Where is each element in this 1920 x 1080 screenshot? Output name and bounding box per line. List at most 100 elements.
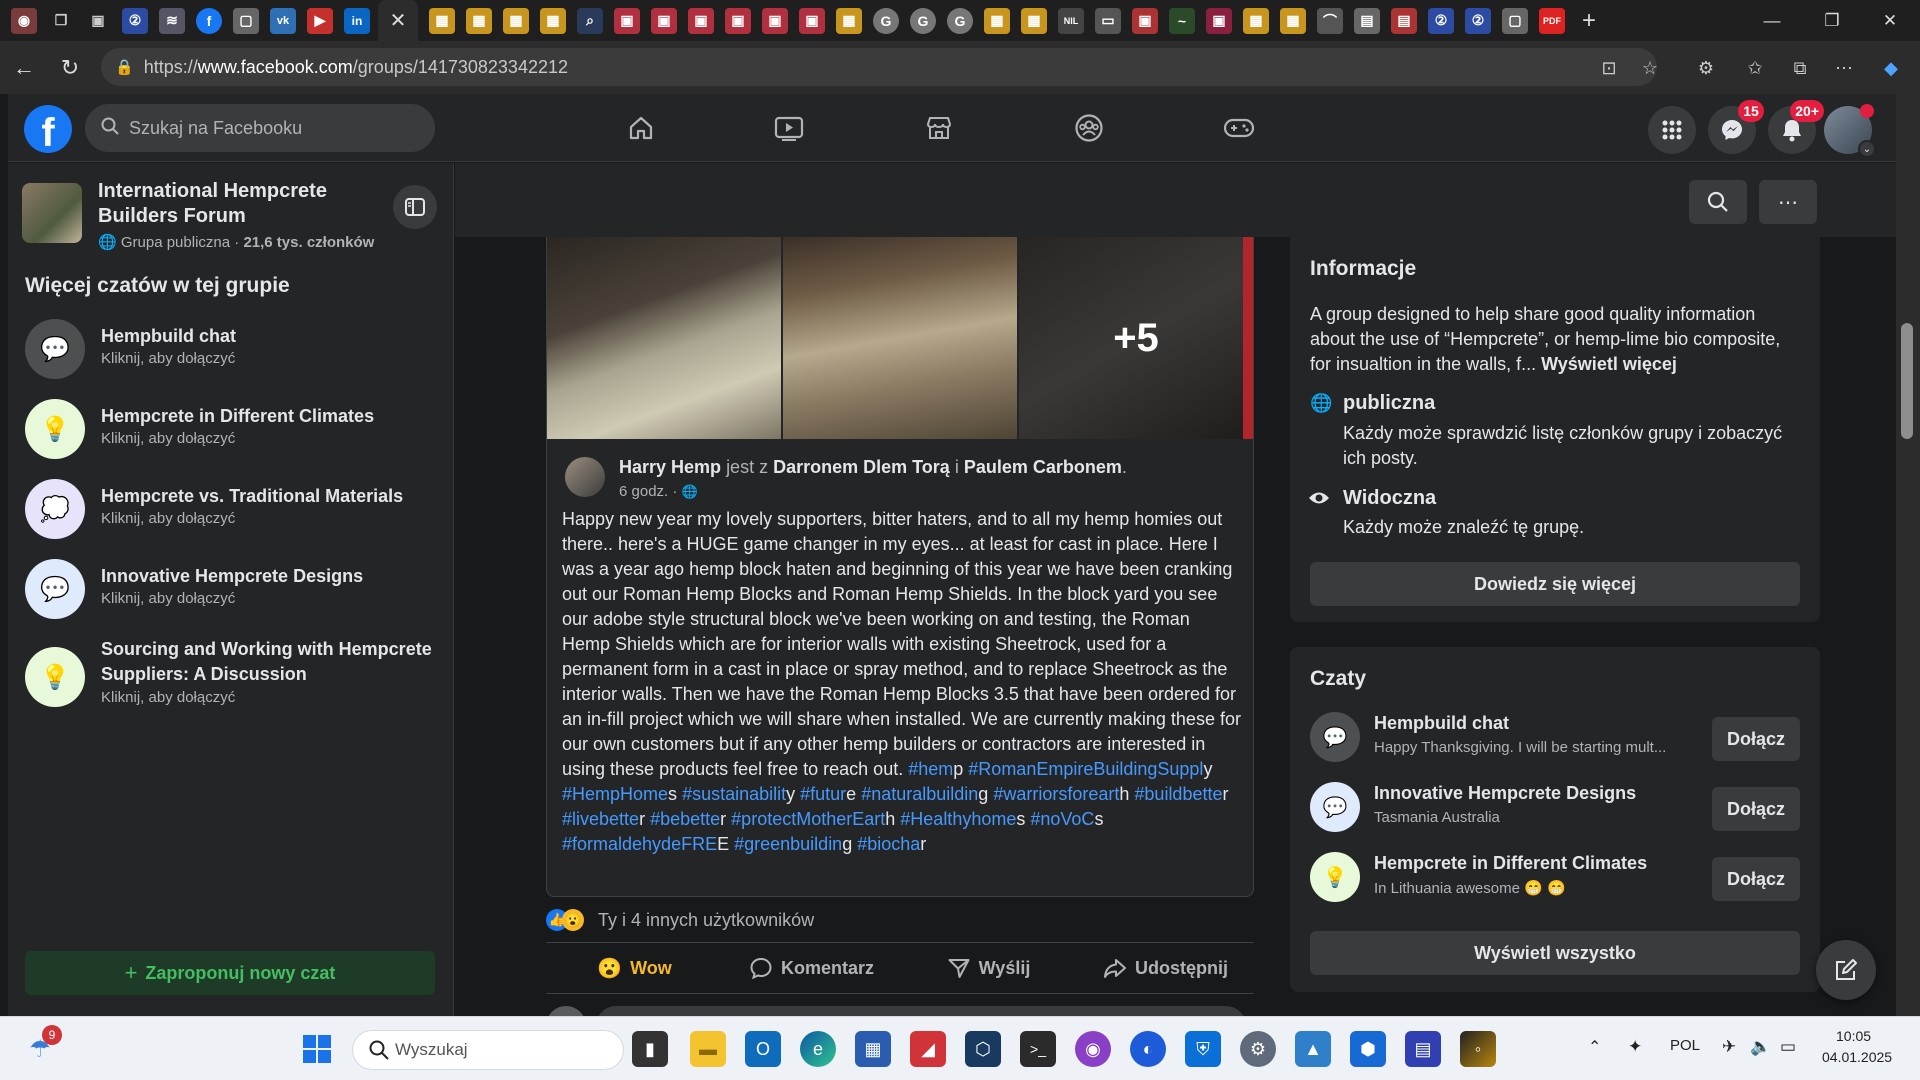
taskbar-search-input[interactable]: Wyszukaj	[352, 1030, 624, 1070]
author-avatar[interactable]	[565, 457, 605, 497]
hashtag-link[interactable]: #formaldehydeFRE	[562, 834, 717, 854]
tab-favicon[interactable]: ②	[122, 7, 148, 34]
hashtag-link[interactable]: #protectMotherEart	[731, 809, 885, 829]
tab-favicon[interactable]: ②	[1465, 7, 1491, 34]
minimize-icon[interactable]: —	[1742, 0, 1802, 41]
tab-actions-icon[interactable]: ▣	[85, 8, 111, 34]
hashtag-link[interactable]: #biocha	[857, 834, 920, 854]
tab-favicon[interactable]: ▣	[762, 7, 788, 34]
facebook-logo-icon[interactable]: f	[24, 105, 72, 153]
clock-date[interactable]: 04.01.2025	[1822, 1049, 1892, 1065]
tab-favicon[interactable]: ⌕	[577, 7, 603, 34]
marketplace-icon[interactable]	[917, 108, 961, 148]
tagged-user-2[interactable]: Paulem Carbonem	[964, 457, 1122, 477]
comment-button[interactable]: Komentarz	[723, 943, 900, 993]
tab-favicon[interactable]: ▢	[233, 7, 259, 34]
hashtag-link[interactable]: #livebette	[562, 809, 639, 829]
app-thumbnail-icon[interactable]: ◦	[1460, 1031, 1496, 1067]
language-indicator[interactable]: POL	[1670, 1037, 1700, 1054]
reactions-row[interactable]: 👍 😮 Ty i 4 innych użytkowników	[546, 906, 1254, 936]
tab-favicon-pdf[interactable]: PDF	[1539, 7, 1565, 34]
propose-chat-button[interactable]: + Zaproponuj nowy czat	[25, 951, 435, 995]
tab-favicon[interactable]: ▣	[725, 7, 751, 34]
page-scrollbar[interactable]	[1896, 94, 1920, 1016]
hashtag-link[interactable]: #noVoC	[1030, 809, 1094, 829]
tab-favicon[interactable]: G	[873, 7, 899, 34]
network-icon[interactable]: ✈	[1722, 1037, 1736, 1057]
facebook-search-input[interactable]: Szukaj na Facebooku	[85, 104, 435, 152]
copilot-icon[interactable]: ◆	[1877, 54, 1905, 82]
tab-favicon-linkedin[interactable]: in	[344, 7, 370, 34]
hashtag-link[interactable]: #RomanEmpireBuildingSuppl	[968, 759, 1203, 779]
join-chat-button[interactable]: Dołącz	[1712, 717, 1800, 761]
video-icon[interactable]	[767, 108, 811, 148]
join-chat-button[interactable]: Dołącz	[1712, 787, 1800, 831]
tab-favicon-facebook[interactable]: f	[196, 7, 222, 34]
tab-favicon-youtube[interactable]: ▶	[307, 7, 333, 34]
sidebar-chat-item[interactable]: 💭 Hempcrete vs. Traditional Materials Kl…	[25, 477, 445, 541]
groups-icon[interactable]	[1067, 108, 1111, 148]
save-disk-icon[interactable]: ▤	[1405, 1031, 1441, 1067]
wow-button[interactable]: 😮 Wow	[546, 943, 723, 993]
gaming-icon[interactable]	[1217, 108, 1261, 148]
github-icon[interactable]: ◉	[1075, 1031, 1111, 1067]
post-photo-more[interactable]: +5	[1019, 237, 1253, 439]
close-window-icon[interactable]: ✕	[1860, 0, 1920, 41]
messenger-button[interactable]: 15	[1708, 100, 1764, 154]
tab-favicon-vk[interactable]: vk	[270, 7, 296, 34]
active-tab-close[interactable]: ✕	[378, 0, 418, 41]
store-icon[interactable]: ▦	[855, 1031, 891, 1067]
hashtag-link[interactable]: #hem	[908, 759, 953, 779]
tab-favicon[interactable]: ▣	[799, 7, 825, 34]
app-red-icon[interactable]: ◢	[910, 1031, 946, 1067]
restore-icon[interactable]: ❐	[1802, 0, 1862, 41]
group-more-icon[interactable]: ⋯	[1759, 180, 1817, 224]
profile-icon[interactable]: ◉	[11, 7, 37, 34]
share-button[interactable]: Udostępnij	[1077, 943, 1254, 993]
scrollbar-thumb[interactable]	[1901, 323, 1913, 439]
group-search-icon[interactable]	[1689, 180, 1747, 224]
hashtag-link[interactable]: #Healthyhome	[900, 809, 1016, 829]
hashtag-link[interactable]: #sustainabilit	[682, 784, 786, 804]
workspaces-icon[interactable]: ❐	[48, 8, 74, 34]
post-timestamp[interactable]: 6 godz. · 🌐	[619, 483, 698, 500]
tab-favicon[interactable]: ②	[1428, 7, 1454, 34]
post-photo-blocks-night[interactable]	[547, 237, 781, 439]
tab-favicon[interactable]: ▢	[1502, 7, 1528, 34]
dropbox-icon[interactable]: ✦	[1628, 1037, 1642, 1057]
tab-favicon[interactable]: ▣	[1132, 7, 1158, 34]
settings-icon[interactable]: ⚙	[1240, 1031, 1276, 1067]
sidebar-chat-item[interactable]: 💬 Hempbuild chat Kliknij, aby dołączyć	[25, 317, 445, 381]
group-cover-thumbnail[interactable]	[22, 183, 82, 243]
send-button[interactable]: Wyślij	[900, 943, 1077, 993]
favorite-star-icon[interactable]: ☆	[1636, 54, 1664, 82]
tab-favicon[interactable]: ▦	[984, 7, 1010, 34]
chevron-up-icon[interactable]: ⌃	[1588, 1037, 1601, 1057]
app-hex-icon[interactable]: ⬢	[1350, 1031, 1386, 1067]
task-view-icon[interactable]: ▮	[632, 1031, 668, 1067]
tab-favicon[interactable]: ▣	[1206, 7, 1232, 34]
tab-favicon[interactable]: ≋	[159, 7, 185, 34]
back-icon[interactable]: ←	[8, 52, 40, 84]
volume-icon[interactable]: 🔈	[1750, 1037, 1771, 1057]
join-chat-button[interactable]: Dołącz	[1712, 857, 1800, 901]
new-message-button[interactable]	[1816, 940, 1876, 1000]
terminal-icon[interactable]: >_	[1020, 1031, 1056, 1067]
tab-favicon[interactable]: ▦	[1280, 7, 1306, 34]
app-blue-icon[interactable]: ◐	[1130, 1031, 1166, 1067]
author-name[interactable]: Harry Hemp	[619, 457, 721, 477]
collapse-sidebar-icon[interactable]	[393, 185, 437, 229]
collections-icon[interactable]: ⧉	[1786, 54, 1814, 82]
tab-favicon[interactable]: ▣	[614, 7, 640, 34]
group-name[interactable]: International Hempcrete Builders Forum	[98, 179, 358, 229]
clock-time[interactable]: 10:05	[1836, 1028, 1871, 1044]
post-photo-block-yard[interactable]	[783, 237, 1017, 439]
hashtag-link[interactable]: #greenbuildin	[734, 834, 842, 854]
hashtag-link[interactable]: #warriorsforeart	[993, 784, 1119, 804]
tab-favicon[interactable]: ▣	[688, 7, 714, 34]
outlook-icon[interactable]: O	[745, 1031, 781, 1067]
extensions-icon[interactable]: ⚙	[1692, 54, 1720, 82]
chat-list-item[interactable]: 💬 Hempbuild chat Happy Thanksgiving. I w…	[1310, 709, 1800, 765]
weather-widget-icon[interactable]: ☂ 9	[22, 1025, 62, 1067]
chat-list-item[interactable]: 💬 Innovative Hempcrete Designs Tasmania …	[1310, 779, 1800, 835]
